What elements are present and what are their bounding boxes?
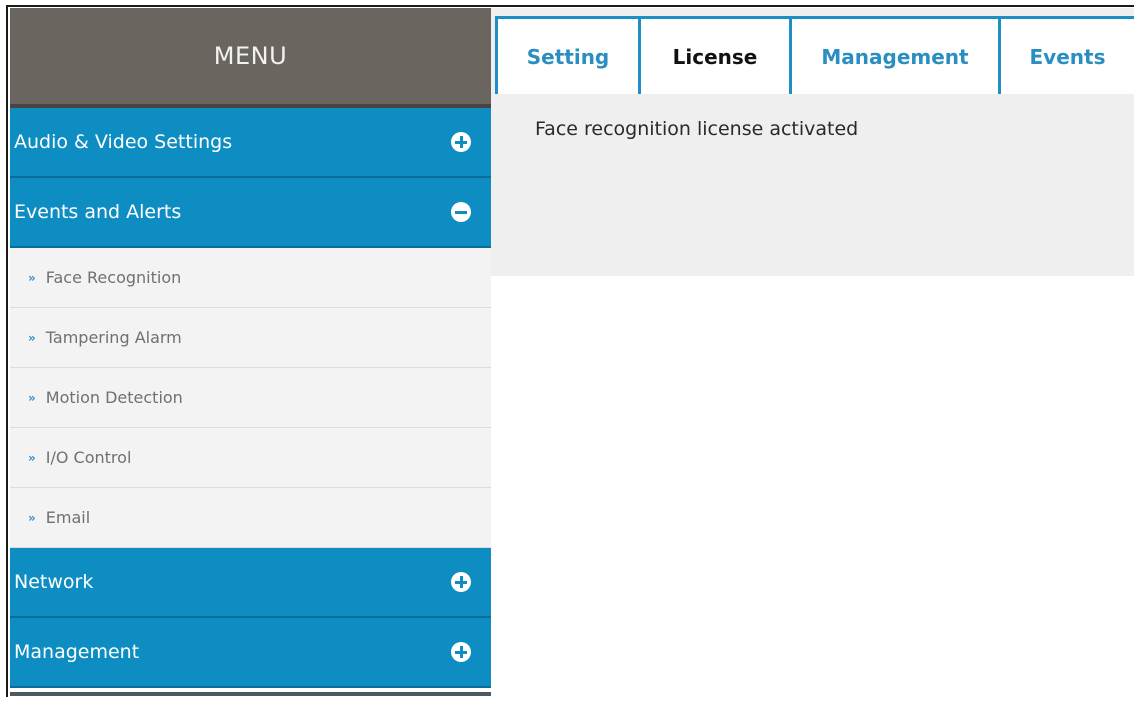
tab-events[interactable]: Events [998,19,1134,94]
tab-bar: Setting License Management Events [495,16,1134,94]
content-panel: Setting License Management Events Face r… [491,8,1134,276]
subitem-face-recognition[interactable]: » Face Recognition [10,248,491,308]
subitem-label: Email [45,508,91,527]
subitem-label: Motion Detection [45,388,183,407]
tab-label: Events [1029,44,1106,69]
subitem-email[interactable]: » Email [10,488,491,548]
double-chevron-icon: » [28,330,36,345]
category-label: Management [14,641,140,663]
tab-management[interactable]: Management [789,19,998,94]
subitem-tampering-alarm[interactable]: » Tampering Alarm [10,308,491,368]
plus-icon[interactable] [451,572,471,592]
sidebar: MENU Audio & Video Settings Events and A… [10,8,491,696]
license-status-text: Face recognition license activated [535,118,859,140]
double-chevron-icon: » [28,450,36,465]
category-label: Events and Alerts [14,201,182,223]
category-label: Audio & Video Settings [14,131,233,153]
category-label: Network [14,571,94,593]
tab-label: Management [821,44,969,69]
tab-label: Setting [526,44,610,69]
sidebar-bottom-edge [10,692,491,696]
category-events-and-alerts[interactable]: Events and Alerts [10,178,491,248]
minus-icon[interactable] [451,202,471,222]
subitem-label: I/O Control [45,448,132,467]
category-audio-video-settings[interactable]: Audio & Video Settings [10,108,491,178]
subitem-label: Tampering Alarm [45,328,182,347]
subitem-label: Face Recognition [45,268,182,287]
category-network[interactable]: Network [10,548,491,618]
subitem-motion-detection[interactable]: » Motion Detection [10,368,491,428]
double-chevron-icon: » [28,510,36,525]
double-chevron-icon: » [28,390,36,405]
double-chevron-icon: » [28,270,36,285]
tab-license[interactable]: License [638,19,789,94]
plus-icon[interactable] [451,132,471,152]
tab-setting[interactable]: Setting [495,19,638,94]
subitem-io-control[interactable]: » I/O Control [10,428,491,488]
plus-icon[interactable] [451,642,471,662]
menu-title: MENU [213,42,288,70]
category-management[interactable]: Management [10,618,491,688]
menu-header: MENU [10,8,491,108]
tab-label: License [672,44,758,69]
